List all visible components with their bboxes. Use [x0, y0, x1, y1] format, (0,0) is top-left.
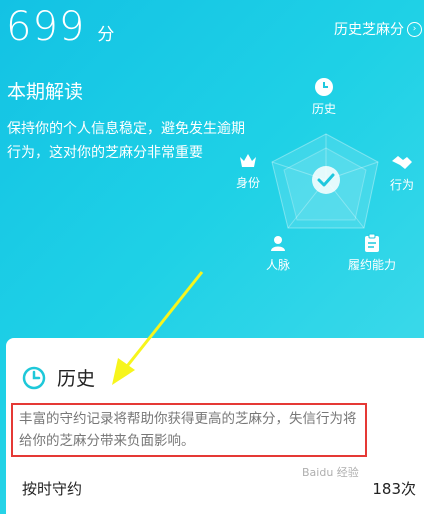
history-description: 丰富的守约记录将帮助你获得更高的芝麻分，失信行为将给你的芝麻分带来负面影响。 — [11, 403, 367, 457]
radar-label-history: 历史 — [312, 102, 337, 116]
radar-label-behavior: 行为 — [390, 178, 415, 192]
radar-dim-connections: 人脉 — [266, 232, 290, 273]
radar-label-capacity: 履约能力 — [348, 258, 397, 272]
score-value: 699 — [6, 4, 86, 50]
card-title: 历史 — [57, 368, 96, 390]
radar-label-connections: 人脉 — [266, 258, 291, 272]
radar-dim-identity: 身份 — [236, 150, 260, 191]
radar-dim-history: 历史 — [312, 76, 336, 117]
history-score-link[interactable]: 历史芝麻分 › — [334, 19, 422, 39]
watermark: Baidu 经验 — [302, 466, 359, 479]
interpretation-title: 本期解读 — [7, 81, 84, 103]
clipboard-icon — [361, 232, 383, 254]
on-time-count: 183次 — [372, 480, 416, 498]
chevron-right-icon: › — [407, 21, 422, 37]
people-icon — [267, 232, 289, 254]
radar-dim-behavior: 行为 — [390, 152, 414, 193]
clock-icon — [22, 366, 46, 389]
crown-icon — [237, 150, 259, 172]
on-time-label: 按时守约 — [22, 480, 83, 498]
handshake-icon — [391, 152, 413, 174]
history-detail-card: 历史 丰富的守约记录将帮助你获得更高的芝麻分，失信行为将给你的芝麻分带来负面影响… — [6, 338, 424, 514]
history-score-label: 历史芝麻分 — [334, 22, 404, 38]
clock-icon — [313, 76, 335, 98]
list-item[interactable]: 按时守约 183次 — [22, 478, 416, 499]
radar-label-identity: 身份 — [236, 176, 261, 190]
score-unit: 分 — [97, 25, 115, 45]
interpretation-text: 保持你的个人信息稳定，避免发生逾期行为，这对你的芝麻分非常重要 — [7, 121, 245, 161]
check-circle-icon — [312, 166, 340, 194]
sesame-score: 699 分 — [6, 4, 114, 50]
score-radar: 历史 身份 行为 人脉 履约能力 — [228, 70, 424, 280]
radar-dim-capacity: 履约能力 — [348, 232, 396, 273]
card-header: 历史 — [22, 364, 95, 391]
